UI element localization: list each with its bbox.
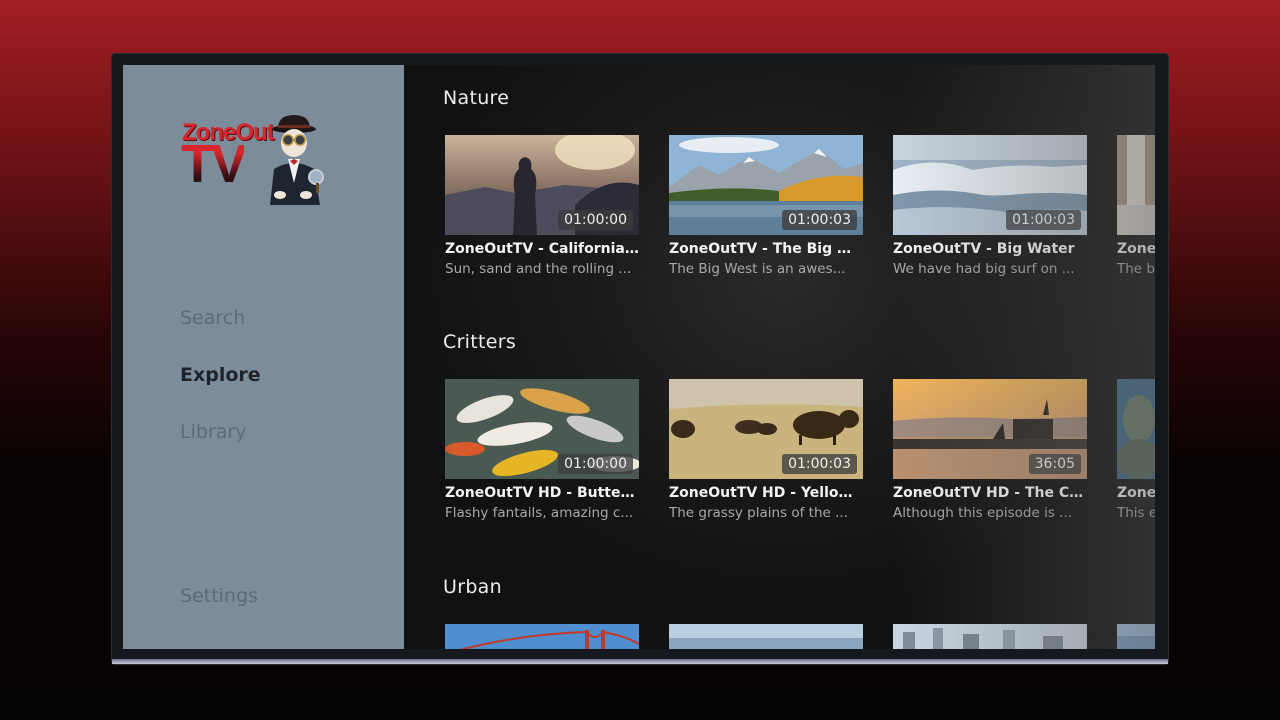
video-thumbnail[interactable] [1117, 624, 1155, 649]
video-card[interactable]: 36:05 ZoneOutTV HD - The Ch... Although … [893, 379, 1087, 521]
video-card[interactable]: 01:00:00 ZoneOutTV - California ... Sun,… [445, 135, 639, 277]
video-title: ZoneOutTV - The Big W... [669, 241, 863, 257]
video-description: Although this episode is ... [893, 505, 1073, 521]
video-title: ZoneOu [1117, 241, 1155, 257]
video-card[interactable] [669, 624, 863, 649]
video-thumbnail[interactable] [893, 624, 1087, 649]
duration-badge: 01:00:03 [782, 454, 857, 474]
video-thumbnail[interactable] [1117, 379, 1155, 479]
video-thumbnail[interactable]: 01:00:03 [669, 379, 863, 479]
video-title: ZoneOutTV HD - The Ch... [893, 485, 1087, 501]
waterfall-image [1117, 135, 1155, 235]
video-description: Flashy fantails, amazing c... [445, 505, 634, 521]
video-title: ZoneO [1117, 485, 1155, 501]
video-title: ZoneOutTV - California ... [445, 241, 639, 257]
video-title: ZoneOutTV HD - Yellow... [669, 485, 863, 501]
video-card[interactable]: ZoneO This e [1117, 379, 1155, 521]
video-thumbnail[interactable]: 01:00:00 [445, 379, 639, 479]
video-title: ZoneOutTV - Big Water [893, 241, 1075, 257]
video-thumbnail[interactable]: 01:00:00 [445, 135, 639, 235]
video-description: The Big West is an awes... [669, 261, 846, 277]
zoneouttv-logo[interactable]: ZoneOut TV [180, 113, 330, 205]
statue-image [1117, 379, 1155, 479]
video-card[interactable]: 01:00:03 ZoneOutTV - Big Water We have h… [893, 135, 1087, 277]
video-card[interactable] [445, 624, 639, 649]
logo-word-tv: TV [181, 134, 247, 194]
video-thumbnail[interactable]: 01:00:03 [893, 135, 1087, 235]
video-thumbnail[interactable] [445, 624, 639, 649]
tv-base-line [112, 659, 1168, 664]
duration-badge: 01:00:00 [558, 454, 633, 474]
nav-item-settings[interactable]: Settings [180, 585, 258, 607]
video-thumbnail[interactable] [669, 624, 863, 649]
video-card[interactable] [1117, 624, 1155, 649]
nav-item-explore[interactable]: Explore [180, 364, 261, 386]
video-card[interactable]: 01:00:00 ZoneOutTV HD - Butterfl... Flas… [445, 379, 639, 521]
row-title-urban: Urban [443, 576, 502, 598]
duration-badge: 01:00:03 [782, 210, 857, 230]
video-thumbnail[interactable] [1117, 135, 1155, 235]
video-description: The b [1117, 261, 1155, 277]
content-area: Nature 01:00:00 ZoneOutTV - California .… [404, 65, 1155, 649]
video-thumbnail[interactable]: 01:00:03 [669, 135, 863, 235]
nav-item-library[interactable]: Library [180, 421, 246, 443]
logo-mascot-icon [270, 115, 324, 205]
video-thumbnail[interactable]: 36:05 [893, 379, 1087, 479]
city-sky-image [1117, 624, 1155, 649]
row-title-nature: Nature [443, 87, 510, 109]
duration-badge: 01:00:03 [1006, 210, 1081, 230]
city-sky-image [669, 624, 863, 649]
video-description: This e [1117, 505, 1155, 521]
video-description: Sun, sand and the rolling ... [445, 261, 632, 277]
sidebar: ZoneOut TV Search Explore Library Settin… [123, 65, 404, 649]
video-card[interactable] [893, 624, 1087, 649]
video-title: ZoneOutTV HD - Butterfl... [445, 485, 639, 501]
video-description: The grassy plains of the ... [669, 505, 848, 521]
city-skyline-image [893, 624, 1087, 649]
video-card[interactable]: 01:00:03 ZoneOutTV - The Big W... The Bi… [669, 135, 863, 277]
tv-screen: ZoneOut TV Search Explore Library Settin… [123, 65, 1155, 649]
video-description: We have had big surf on ... [893, 261, 1075, 277]
video-card[interactable]: ZoneOu The b [1117, 135, 1155, 277]
golden-gate-image [445, 624, 639, 649]
row-title-critters: Critters [443, 331, 517, 353]
duration-badge: 36:05 [1028, 454, 1081, 474]
duration-badge: 01:00:00 [558, 210, 633, 230]
nav-item-search[interactable]: Search [180, 307, 245, 329]
video-card[interactable]: 01:00:03 ZoneOutTV HD - Yellow... The gr… [669, 379, 863, 521]
